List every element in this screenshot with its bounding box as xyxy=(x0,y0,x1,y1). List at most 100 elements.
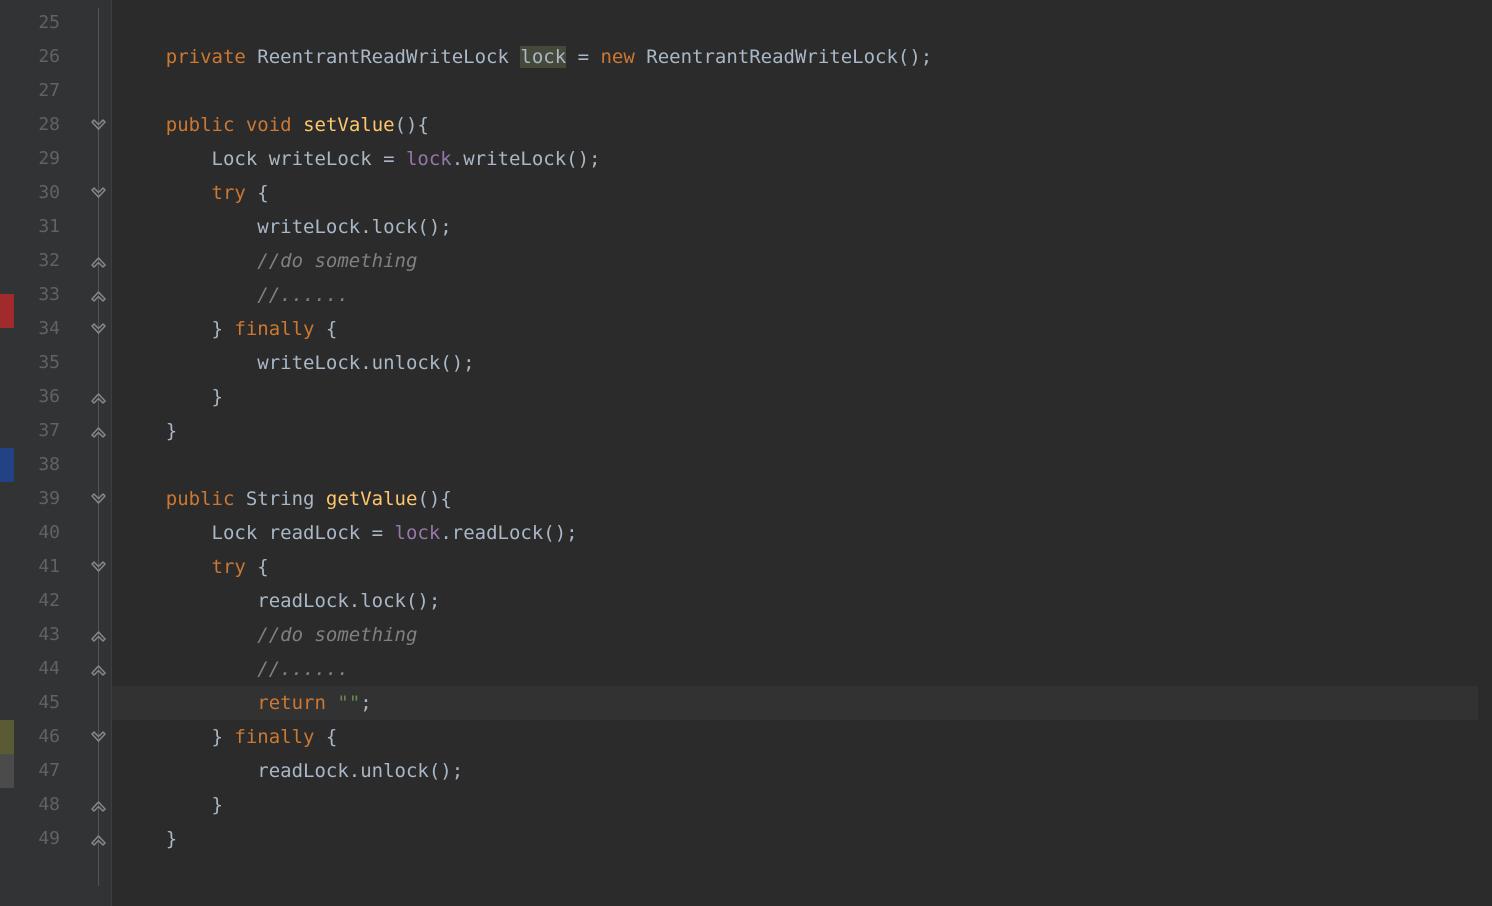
gutter-mark[interactable] xyxy=(0,720,14,754)
fold-close-icon[interactable] xyxy=(91,390,106,405)
fold-close-icon[interactable] xyxy=(91,424,106,439)
scrollbar[interactable] xyxy=(1478,0,1492,906)
code-token: writeLock.unlock(); xyxy=(120,352,475,374)
code-line[interactable] xyxy=(112,448,1478,482)
line-number[interactable]: 37 xyxy=(14,414,72,448)
line-number[interactable]: 30 xyxy=(14,176,72,210)
line-number[interactable]: 46 xyxy=(14,720,72,754)
line-number[interactable]: 40 xyxy=(14,516,72,550)
code-line[interactable]: } xyxy=(112,380,1478,414)
code-line[interactable] xyxy=(112,6,1478,40)
gutter-mark[interactable] xyxy=(0,754,14,788)
code-line[interactable]: //...... xyxy=(112,652,1478,686)
code-token: lock xyxy=(395,522,441,544)
code-line[interactable]: writeLock.unlock(); xyxy=(112,346,1478,380)
code-token: setValue xyxy=(303,114,395,136)
code-token: { xyxy=(314,726,337,748)
line-number[interactable]: 47 xyxy=(14,754,72,788)
fold-close-icon[interactable] xyxy=(91,662,106,677)
line-number[interactable]: 33 xyxy=(14,278,72,312)
code-token: (){ xyxy=(417,488,451,510)
gutter-mark[interactable] xyxy=(0,448,14,482)
fold-open-icon[interactable] xyxy=(91,492,106,507)
code-token: } xyxy=(120,828,177,850)
code-area[interactable]: private ReentrantReadWriteLock lock = ne… xyxy=(112,0,1478,906)
fold-close-icon[interactable] xyxy=(91,254,106,269)
gutter-mark[interactable] xyxy=(0,294,14,328)
code-line[interactable]: } finally { xyxy=(112,312,1478,346)
code-token: .writeLock(); xyxy=(452,148,601,170)
line-number[interactable]: 34 xyxy=(14,312,72,346)
fold-close-icon[interactable] xyxy=(91,832,106,847)
code-token: } xyxy=(120,726,234,748)
line-number[interactable]: 31 xyxy=(14,210,72,244)
code-line[interactable]: readLock.lock(); xyxy=(112,584,1478,618)
line-number[interactable]: 29 xyxy=(14,142,72,176)
code-line[interactable]: } xyxy=(112,414,1478,448)
code-line[interactable]: } xyxy=(112,788,1478,822)
line-number[interactable]: 42 xyxy=(14,584,72,618)
code-line[interactable] xyxy=(112,74,1478,108)
line-number[interactable]: 48 xyxy=(14,788,72,822)
code-line[interactable]: //...... xyxy=(112,278,1478,312)
fold-open-icon[interactable] xyxy=(91,118,106,133)
code-token: readLock.unlock(); xyxy=(120,760,463,782)
code-line[interactable]: } xyxy=(112,822,1478,856)
code-line[interactable]: try { xyxy=(112,550,1478,584)
line-number[interactable]: 32 xyxy=(14,244,72,278)
code-line[interactable]: readLock.unlock(); xyxy=(112,754,1478,788)
line-number[interactable]: 43 xyxy=(14,618,72,652)
code-line[interactable]: } finally { xyxy=(112,720,1478,754)
code-line[interactable]: //do something xyxy=(112,244,1478,278)
fold-close-icon[interactable] xyxy=(91,628,106,643)
code-line[interactable]: private ReentrantReadWriteLock lock = ne… xyxy=(112,40,1478,74)
code-line[interactable]: //do something xyxy=(112,618,1478,652)
line-number-gutter[interactable]: 2526272829303132333435363738394041424344… xyxy=(14,0,72,906)
fold-open-icon[interactable] xyxy=(91,186,106,201)
fold-open-icon[interactable] xyxy=(91,730,106,745)
line-number[interactable]: 44 xyxy=(14,652,72,686)
code-token: { xyxy=(246,182,269,204)
code-line[interactable]: public void setValue(){ xyxy=(112,108,1478,142)
code-token xyxy=(120,284,257,306)
code-line[interactable]: try { xyxy=(112,176,1478,210)
code-line[interactable]: return ""; xyxy=(112,686,1478,720)
code-editor[interactable]: 2526272829303132333435363738394041424344… xyxy=(0,0,1492,906)
line-number[interactable]: 45 xyxy=(14,686,72,720)
code-line[interactable]: Lock readLock = lock.readLock(); xyxy=(112,516,1478,550)
code-line[interactable]: writeLock.lock(); xyxy=(112,210,1478,244)
line-number[interactable]: 26 xyxy=(14,40,72,74)
line-number[interactable]: 35 xyxy=(14,346,72,380)
line-number[interactable]: 39 xyxy=(14,482,72,516)
line-number[interactable]: 28 xyxy=(14,108,72,142)
line-number[interactable]: 38 xyxy=(14,448,72,482)
line-number[interactable]: 36 xyxy=(14,380,72,414)
code-token: } xyxy=(120,794,223,816)
line-number[interactable]: 41 xyxy=(14,550,72,584)
code-token: try xyxy=(212,556,246,578)
fold-open-icon[interactable] xyxy=(91,322,106,337)
code-token: //...... xyxy=(257,658,349,680)
fold-column[interactable] xyxy=(72,0,112,906)
code-token: //do something xyxy=(257,250,417,272)
code-token: } xyxy=(120,386,223,408)
code-token xyxy=(292,114,303,136)
code-token: ReentrantReadWriteLock(); xyxy=(635,46,932,68)
fold-open-icon[interactable] xyxy=(91,560,106,575)
code-token: "" xyxy=(337,692,360,714)
fold-close-icon[interactable] xyxy=(91,288,106,303)
code-token: public xyxy=(166,114,235,136)
line-number[interactable]: 27 xyxy=(14,74,72,108)
code-token xyxy=(120,556,212,578)
line-number[interactable]: 49 xyxy=(14,822,72,856)
code-token: public xyxy=(166,488,235,510)
code-token: writeLock.lock(); xyxy=(120,216,452,238)
code-line[interactable]: Lock writeLock = lock.writeLock(); xyxy=(112,142,1478,176)
line-number[interactable]: 25 xyxy=(14,6,72,40)
code-token: String xyxy=(234,488,326,510)
breakpoint-strip[interactable] xyxy=(0,0,14,906)
code-line[interactable]: public String getValue(){ xyxy=(112,482,1478,516)
code-token xyxy=(326,692,337,714)
code-token: //do something xyxy=(257,624,417,646)
fold-close-icon[interactable] xyxy=(91,798,106,813)
